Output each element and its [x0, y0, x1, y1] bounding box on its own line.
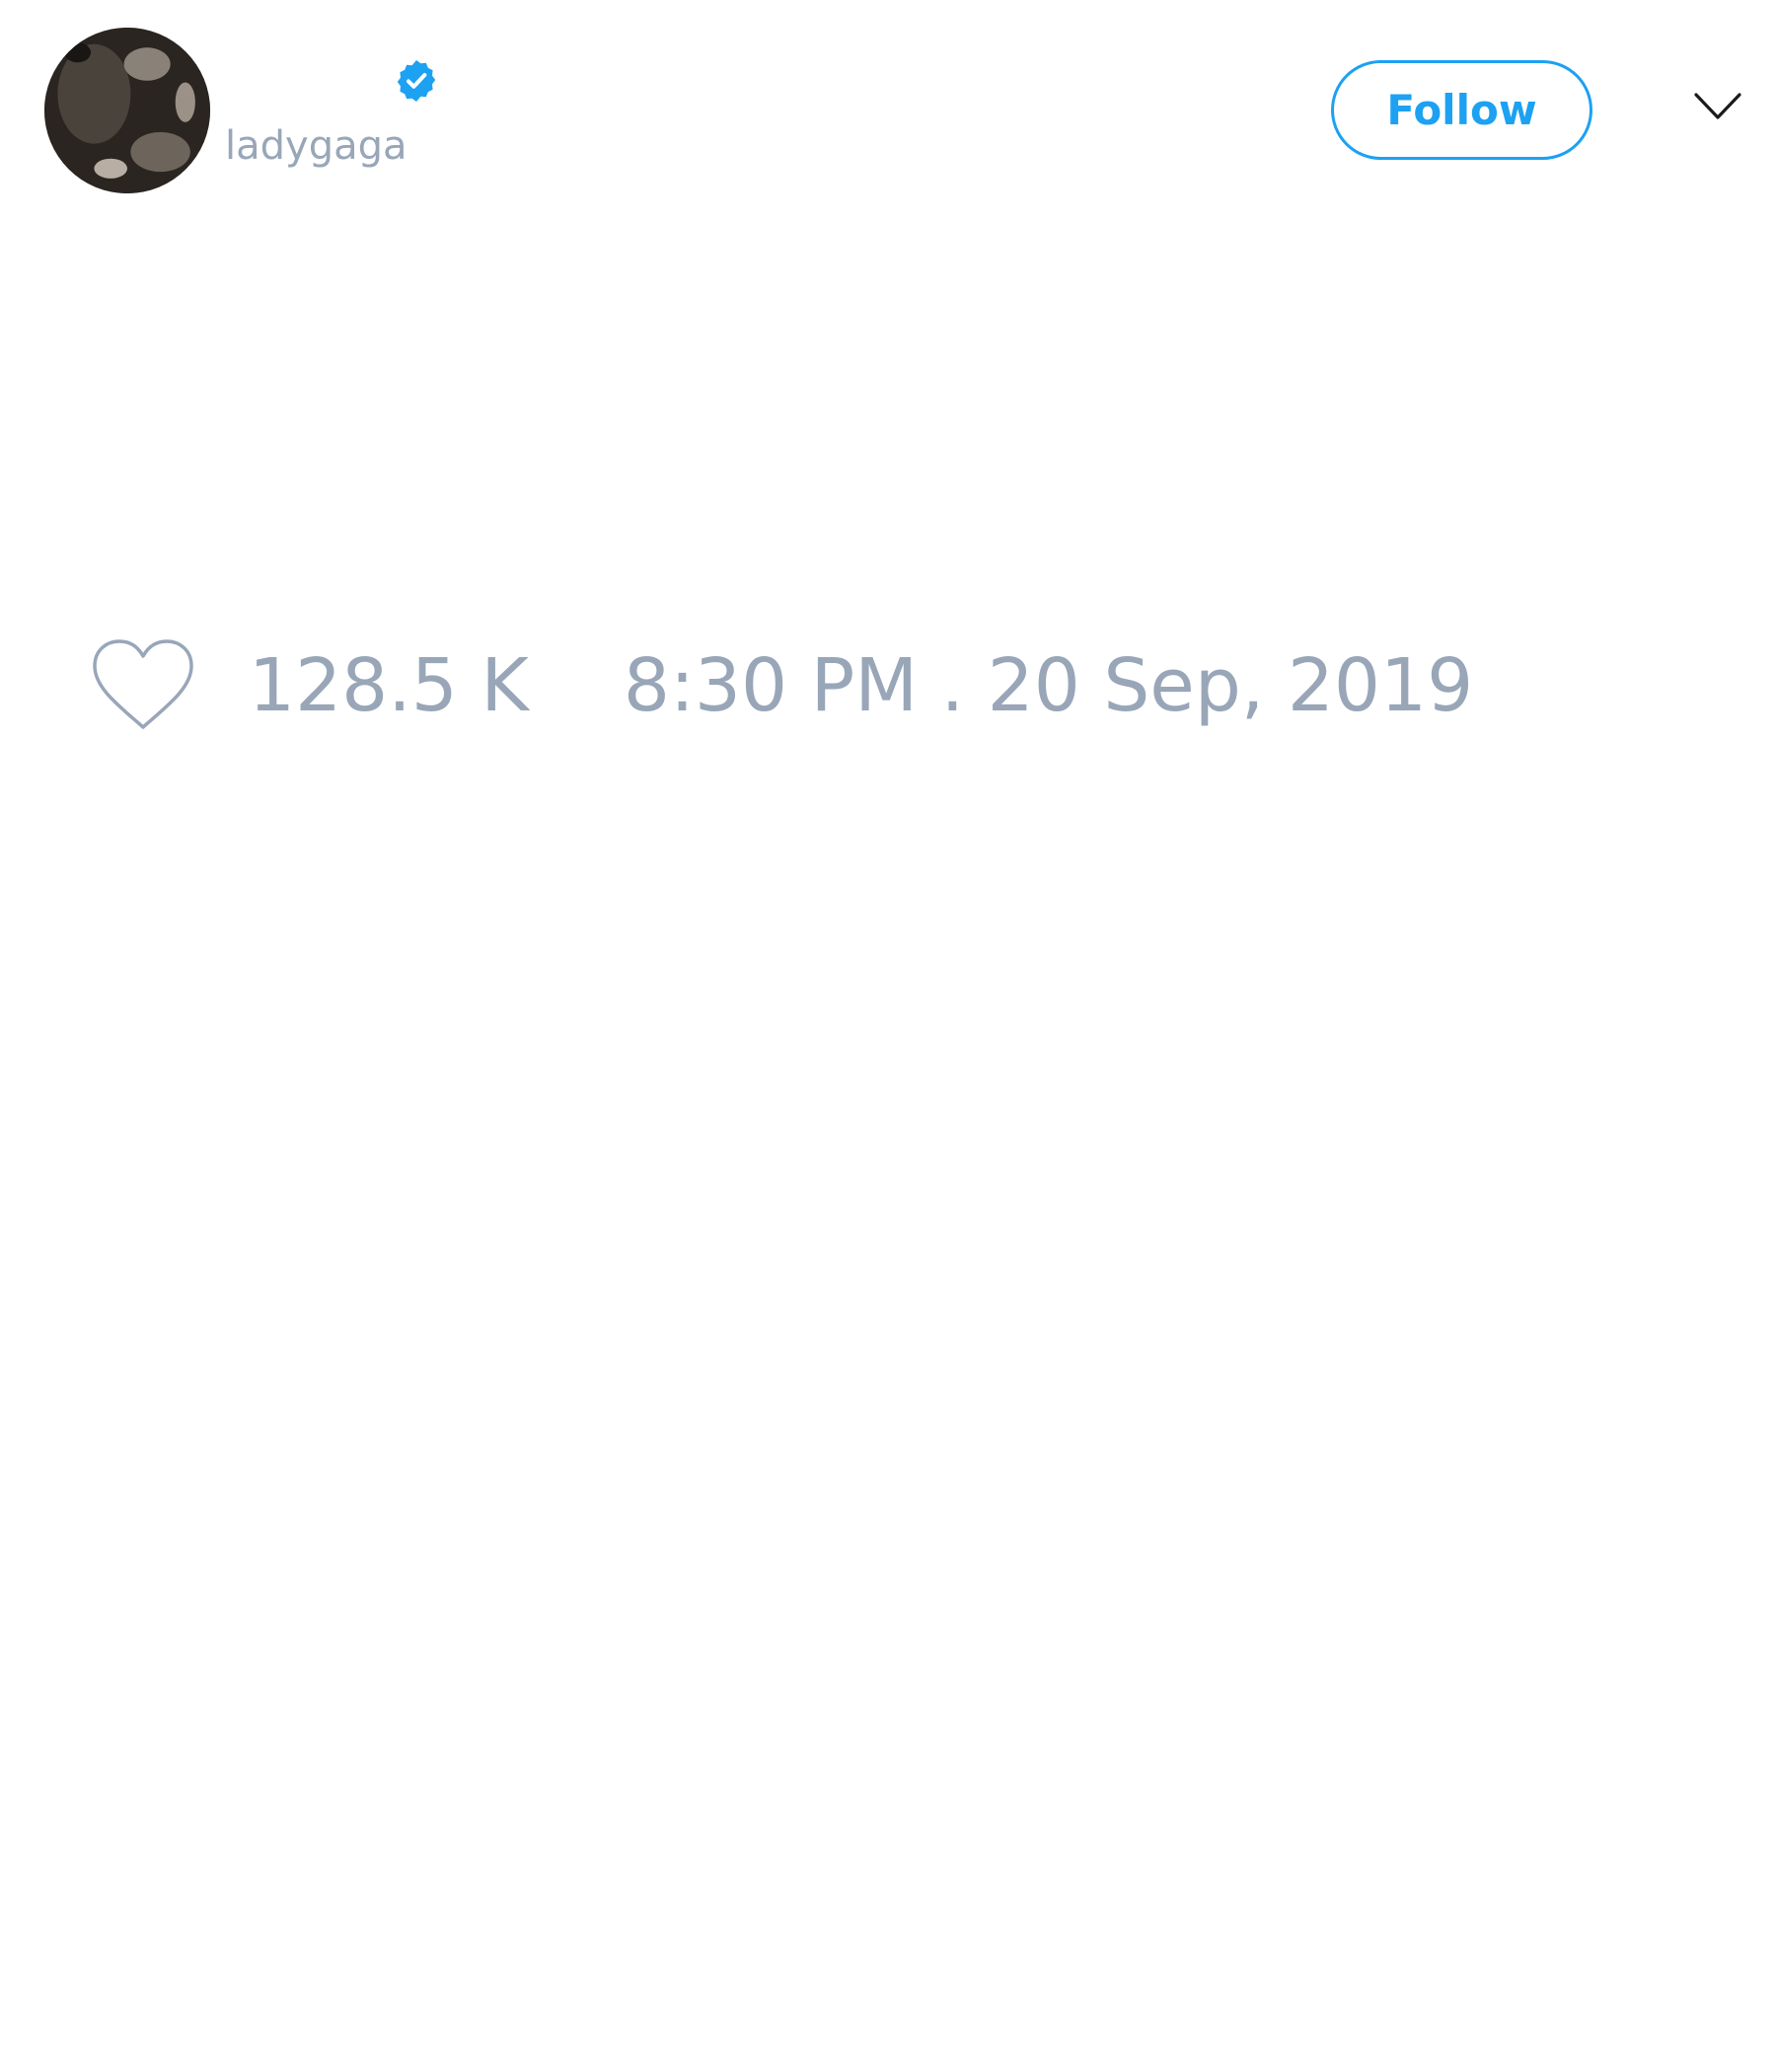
user-handle[interactable]: ladygaga — [225, 126, 407, 166]
verified-badge-icon — [393, 57, 440, 105]
chevron-down-icon[interactable] — [1693, 91, 1742, 122]
tweet-timestamp[interactable]: 8:30 PM . 20 Sep, 2019 — [624, 649, 1473, 722]
avatar[interactable] — [44, 28, 210, 193]
follow-button[interactable]: Follow — [1331, 60, 1592, 160]
heart-icon[interactable] — [89, 636, 197, 735]
tweet-meta-row: 128.5 K 8:30 PM . 20 Sep, 2019 — [89, 631, 1473, 740]
like-count: 128.5 K — [249, 643, 529, 728]
